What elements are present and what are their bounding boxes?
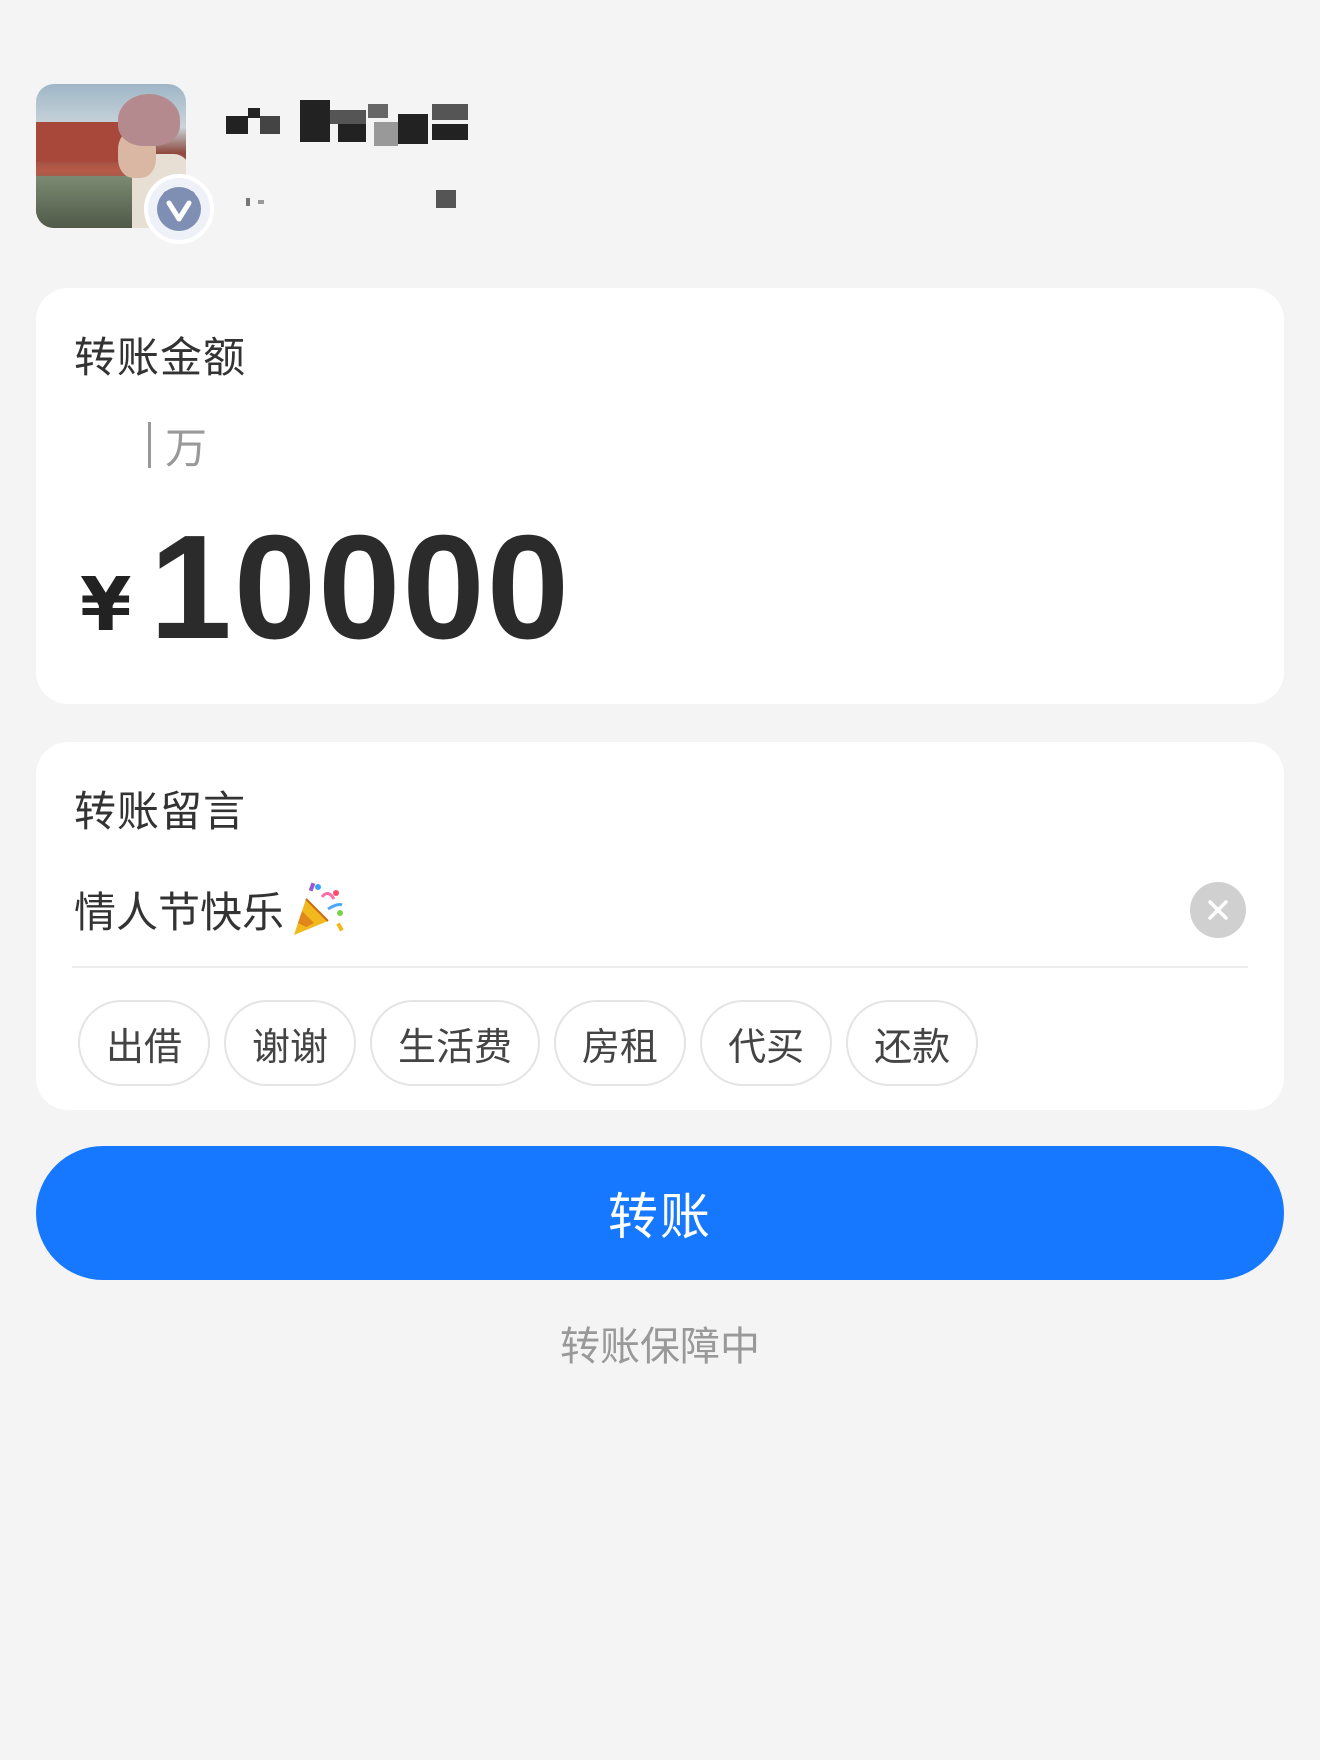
- amount-title: 转账金额: [74, 333, 247, 382]
- amount-input[interactable]: ¥ 10000: [80, 514, 572, 662]
- transfer-page: 转账金额 万 ¥ 10000 转账留言 情人节快乐 出借 谢谢 生活费 房租 代…: [0, 0, 1320, 1760]
- guarantee-text: 转账保障中: [560, 1324, 760, 1370]
- suggestion-chip[interactable]: 谢谢: [224, 1000, 357, 1086]
- suggestion-chip[interactable]: 还款: [846, 1000, 979, 1086]
- note-value[interactable]: 情人节快乐: [74, 879, 284, 940]
- note-suggestions: 出借 谢谢 生活费 房租 代买 还款: [78, 1000, 979, 1086]
- avatar-bg-wall: [36, 122, 131, 162]
- transfer-button[interactable]: 转账: [36, 1146, 1284, 1280]
- suggestion-chip[interactable]: 出借: [78, 1000, 211, 1086]
- close-icon: [1208, 900, 1228, 920]
- input-cursor: [148, 422, 151, 468]
- party-popper-icon: [288, 879, 348, 939]
- unit-hint: 万: [148, 420, 207, 473]
- suggestion-chip[interactable]: 生活费: [370, 1000, 541, 1086]
- payee-account-redacted: [226, 184, 466, 210]
- note-card: 转账留言 情人节快乐 出借 谢谢 生活费 房租 代买 还款: [36, 742, 1284, 1110]
- payee-name-redacted: [208, 94, 488, 146]
- note-title: 转账留言: [74, 787, 247, 836]
- unit-hint-text: 万: [165, 423, 208, 473]
- avatar-figure-hat: [118, 94, 180, 146]
- payee-header: [36, 84, 636, 244]
- note-input[interactable]: 情人节快乐: [74, 872, 1246, 946]
- currency-symbol: ¥: [80, 562, 132, 648]
- amount-value[interactable]: 10000: [150, 514, 572, 662]
- note-divider: [72, 966, 1248, 968]
- suggestion-chip[interactable]: 代买: [700, 1000, 833, 1086]
- verified-v-badge-icon: [144, 174, 214, 244]
- amount-card: 转账金额 万 ¥ 10000: [36, 288, 1284, 704]
- clear-note-button[interactable]: [1190, 882, 1246, 938]
- suggestion-chip[interactable]: 房租: [554, 1000, 687, 1086]
